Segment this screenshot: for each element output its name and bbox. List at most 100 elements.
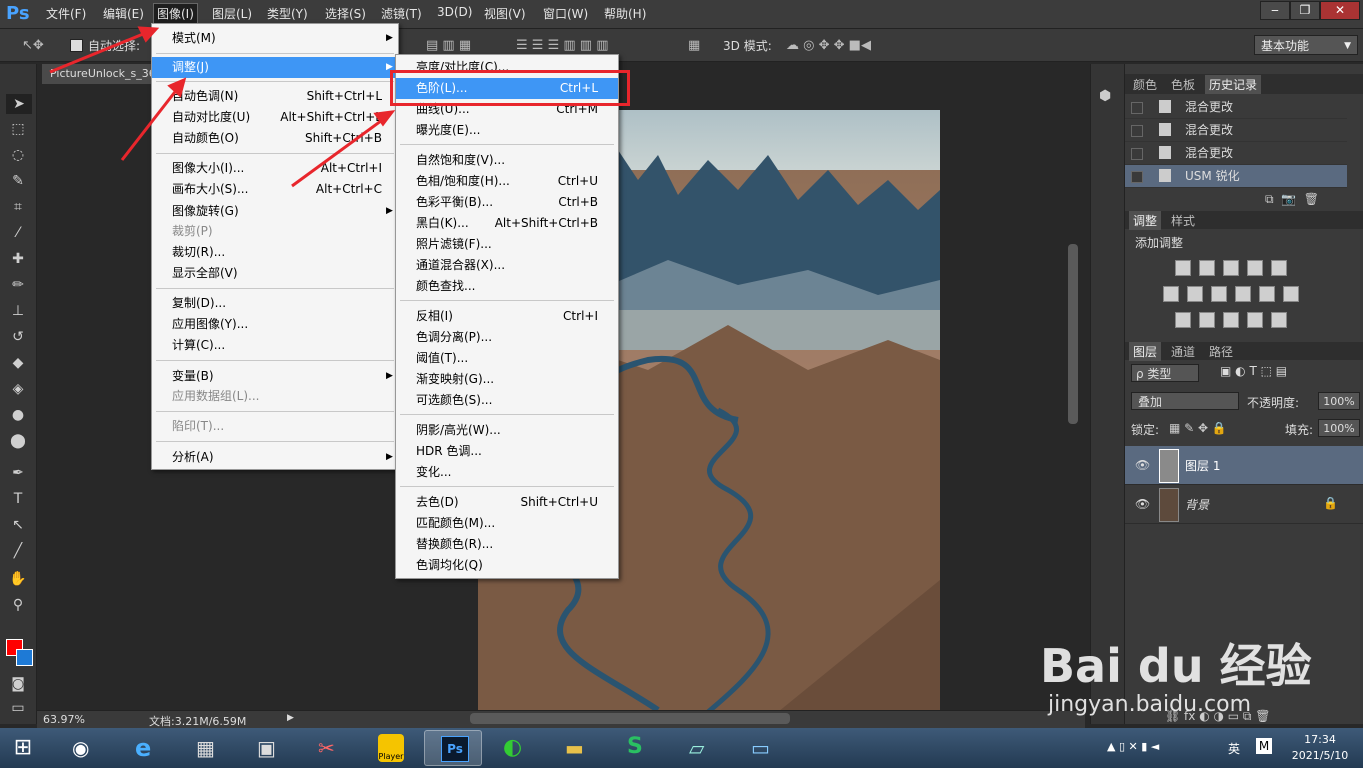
taskbar-app-browser[interactable]: ◐ [486,730,544,766]
brightness-icon[interactable] [1175,260,1191,276]
layer-filter-icons[interactable]: ▣ ◐ T ⬚ ▤ [1220,364,1287,378]
blend-mode-select[interactable]: 叠加 [1131,392,1239,410]
line-tool-icon[interactable]: ╱ [8,541,28,561]
levels-icon[interactable] [1199,260,1215,276]
menu-item-apply-image[interactable]: 应用图像(Y)... [152,314,398,335]
menu-item-threshold[interactable]: 阈值(T)... [396,348,618,369]
auto-align-icon[interactable]: ▦ [688,38,700,53]
history-item-selected[interactable]: USM 锐化 [1125,165,1347,188]
layer-name[interactable]: 图层 1 [1185,457,1220,474]
menu-item-posterize[interactable]: 色调分离(P)... [396,327,618,348]
tab-styles[interactable]: 样式 [1167,211,1199,230]
tab-color[interactable]: 颜色 [1129,75,1161,94]
tab-paths[interactable]: 路径 [1205,342,1237,361]
menu-item-variables[interactable]: 变量(B) ▶ [152,366,398,387]
posterize-icon[interactable] [1199,312,1215,328]
channel-mixer-icon[interactable] [1259,286,1275,302]
paint-bucket-icon[interactable]: ◈ [8,379,28,399]
tab-history[interactable]: 历史记录 [1205,75,1262,94]
ime-indicator[interactable]: 英 [1228,740,1240,757]
healing-tool-icon[interactable]: ✚ [8,249,28,269]
menu-item-analysis[interactable]: 分析(A) ▶ [152,447,398,468]
menu-item-desaturate[interactable]: 去色(D) Shift+Ctrl+U [396,492,618,513]
black-white-icon[interactable] [1211,286,1227,302]
menu-item-invert[interactable]: 反相(I) Ctrl+I [396,306,618,327]
horizontal-scrollbar[interactable] [470,713,790,724]
fill-field[interactable]: 100% [1318,419,1360,437]
tab-channels[interactable]: 通道 [1167,342,1199,361]
workspace-dropdown[interactable]: 基本功能 ▼ [1254,35,1358,55]
blur-tool-icon[interactable]: ● [8,405,28,425]
pen-tool-icon[interactable]: ✒ [8,463,28,483]
eraser-tool-icon[interactable]: ◆ [8,353,28,373]
3d-panel-icon[interactable]: ⬢ [1099,88,1115,104]
taskbar-app-monitor[interactable]: ▣ [240,730,298,766]
dodge-tool-icon[interactable]: ⬤ [8,431,28,451]
exposure-icon[interactable] [1247,260,1263,276]
vibrance-icon[interactable] [1271,260,1287,276]
eye-icon[interactable]: 👁 [1135,458,1150,472]
tab-swatches[interactable]: 色板 [1167,75,1199,94]
eye-icon[interactable]: 👁 [1135,497,1150,511]
3d-tools-icon[interactable]: ☁ ◎ ✥ ✥ ■◀ [786,38,871,53]
menu-item-equalize[interactable]: 色调均化(Q) [396,555,618,576]
menu-item-rotation[interactable]: 图像旋转(G) ▶ [152,201,398,222]
taskbar-app-notes[interactable]: ▱ [672,730,730,766]
start-button-icon[interactable]: ⊞ [8,735,38,761]
menu-item-variations[interactable]: 变化... [396,462,618,483]
close-button[interactable]: ✕ [1320,1,1360,20]
restore-button[interactable]: ❐ [1290,1,1320,20]
menu-item-color-lookup[interactable]: 颜色查找... [396,276,618,297]
color-lookup-icon[interactable] [1283,286,1299,302]
invert-icon[interactable] [1175,312,1191,328]
history-actions-icons[interactable]: ⧉ 📷 🗑 [1265,192,1319,207]
ime-mode-icon[interactable]: M [1256,738,1272,754]
gradient-map-icon[interactable] [1271,312,1287,328]
curves-icon[interactable] [1223,260,1239,276]
taskbar-app-audio[interactable]: ◉ [56,730,114,766]
menu-item-calculations[interactable]: 计算(C)... [152,335,398,356]
photo-filter-icon[interactable] [1235,286,1251,302]
taskbar-app-tool[interactable]: ✂ [300,730,358,766]
selective-color-icon[interactable] [1247,312,1263,328]
menu-item-selective-color[interactable]: 可选颜色(S)... [396,390,618,411]
zoom-level[interactable]: 63.97% [43,713,85,726]
quick-mask-icon[interactable]: ◙ [8,674,28,694]
layer-row[interactable]: 👁 背景 🔒 [1125,485,1363,524]
stamp-tool-icon[interactable]: ⊥ [8,301,28,321]
history-item[interactable]: 混合更改 [1125,119,1347,142]
type-tool-icon[interactable]: T [8,489,28,509]
menu-item-match-color[interactable]: 匹配颜色(M)... [396,513,618,534]
menu-item-photo-filter[interactable]: 照片滤镜(F)... [396,234,618,255]
layer-filter-dropdown[interactable]: ρ 类型 [1131,364,1199,382]
tab-layers[interactable]: 图层 [1129,342,1162,361]
vertical-scrollbar[interactable] [1068,244,1078,424]
path-select-icon[interactable]: ↖ [8,515,28,535]
crop-tool-icon[interactable]: ⌗ [8,197,28,217]
menu-item-hdr-toning[interactable]: HDR 色调... [396,441,618,462]
screen-mode-icon[interactable]: ▭ [8,698,28,718]
play-icon[interactable]: ▶ [287,713,294,723]
menu-item-reveal-all[interactable]: 显示全部(V) [152,263,398,284]
taskbar-app-explorer[interactable]: ▬ [548,730,606,766]
history-item[interactable]: 混合更改 [1125,142,1347,165]
taskbar-app-player[interactable]: Player [362,730,420,766]
taskbar-app-wps[interactable]: S [610,730,668,766]
system-clock[interactable]: 17:34 2021/5/10 [1285,732,1355,764]
eyedropper-tool-icon[interactable]: ⁄ [8,223,28,243]
color-balance-icon[interactable] [1187,286,1203,302]
tray-icons[interactable]: ▲ ▯ ✕ ▮ ◄ [1107,740,1159,753]
menu-item-duplicate[interactable]: 复制(D)... [152,293,398,314]
menu-item-black-white[interactable]: 黑白(K)... Alt+Shift+Ctrl+B [396,213,618,234]
layer-name[interactable]: 背景 [1185,496,1209,513]
background-color-swatch[interactable] [16,649,33,666]
taskbar-app-calculator[interactable]: ▦ [178,730,236,766]
brush-tool-icon[interactable]: ✏ [8,275,28,295]
opacity-field[interactable]: 100% [1318,392,1360,410]
menu-item-gradient-map[interactable]: 渐变映射(G)... [396,369,618,390]
menu-item-channel-mixer[interactable]: 通道混合器(X)... [396,255,618,276]
menu-item-trim[interactable]: 裁切(R)... [152,242,398,263]
menu-item-replace-color[interactable]: 替换颜色(R)... [396,534,618,555]
layer-row-selected[interactable]: 👁 图层 1 [1125,446,1363,485]
hue-sat-icon[interactable] [1163,286,1179,302]
